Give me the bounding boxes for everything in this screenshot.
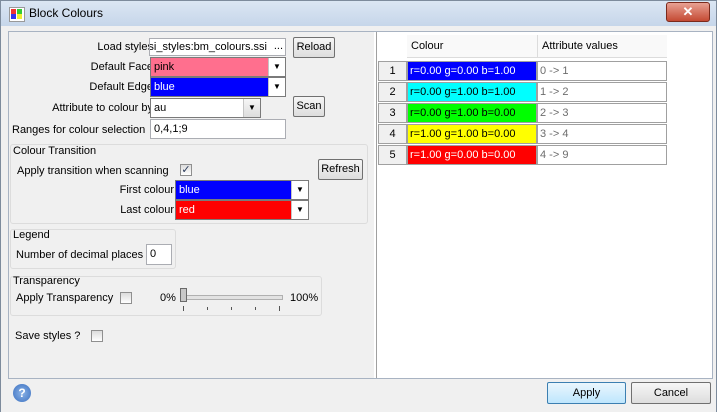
slider-tick: [207, 307, 208, 310]
window-title: Block Colours: [29, 6, 104, 20]
transparency-slider-track[interactable]: [181, 295, 283, 300]
save-styles-checkbox[interactable]: [91, 330, 103, 342]
slider-max-label: 100%: [290, 292, 319, 304]
button-bar: ? Apply Cancel: [1, 379, 716, 412]
chevron-down-icon[interactable]: ▼: [291, 181, 308, 199]
attribute-values-cell[interactable]: 2 -> 3: [537, 103, 667, 123]
default-face-label: Default Face: [90, 61, 153, 73]
slider-min-label: 0%: [160, 292, 176, 304]
attribute-select[interactable]: au ▼: [150, 98, 261, 118]
slider-tick: [255, 307, 256, 310]
row-number[interactable]: 2: [378, 82, 407, 102]
save-styles-label: Save styles ?: [15, 330, 81, 342]
row-number[interactable]: 3: [378, 103, 407, 123]
ranges-label: Ranges for colour selection: [12, 124, 146, 136]
scan-button[interactable]: Scan: [293, 96, 325, 117]
apply-transparency-checkbox[interactable]: [120, 292, 132, 304]
apply-button[interactable]: Apply: [547, 382, 626, 404]
table-corner: [378, 35, 407, 58]
title-bar: Block Colours ✕: [1, 1, 716, 26]
last-colour-label: Last colour: [120, 204, 174, 216]
app-icon: [9, 7, 25, 22]
apply-transparency-label: Apply Transparency: [16, 292, 114, 304]
legend-title: Legend: [13, 229, 50, 241]
colour-column-header[interactable]: Colour: [407, 35, 537, 58]
first-colour-label: First colour: [119, 184, 174, 196]
reload-button[interactable]: Reload: [293, 37, 335, 58]
settings-pane: Load styles si_styles:bm_colours.ssi ...…: [9, 32, 374, 378]
transparency-slider-thumb[interactable]: [180, 288, 187, 302]
decimal-places-input[interactable]: 0: [146, 244, 172, 265]
close-button[interactable]: ✕: [666, 2, 710, 22]
attribute-values-cell[interactable]: 1 -> 2: [537, 82, 667, 102]
chevron-down-icon[interactable]: ▼: [291, 201, 308, 219]
last-colour-select[interactable]: red ▼: [175, 200, 309, 220]
attribute-column-header[interactable]: Attribute values: [537, 35, 667, 58]
default-edge-label: Default Edge: [89, 81, 153, 93]
colour-cell[interactable]: r=0.00 g=1.00 b=0.00: [407, 103, 537, 123]
colour-transition-title: Colour Transition: [13, 145, 97, 157]
attribute-values-cell[interactable]: 3 -> 4: [537, 124, 667, 144]
refresh-button[interactable]: Refresh: [318, 159, 363, 180]
slider-tick: [279, 306, 280, 311]
decimal-places-label: Number of decimal places: [16, 249, 144, 261]
transparency-title: Transparency: [13, 275, 80, 287]
default-face-select[interactable]: pink ▼: [150, 57, 286, 77]
cancel-button[interactable]: Cancel: [631, 382, 711, 404]
chevron-down-icon[interactable]: ▼: [268, 78, 285, 96]
browse-button[interactable]: ...: [274, 39, 283, 54]
slider-tick: [183, 306, 184, 311]
dialog-body: Load styles si_styles:bm_colours.ssi ...…: [8, 31, 713, 379]
colour-cell[interactable]: r=0.00 g=0.00 b=1.00: [407, 61, 537, 81]
ranges-input[interactable]: 0,4,1;9: [150, 119, 286, 139]
block-colours-window: Block Colours ✕ Load styles si_styles:bm…: [0, 0, 717, 412]
slider-tick: [231, 307, 232, 310]
row-number[interactable]: 5: [378, 145, 407, 165]
default-edge-select[interactable]: blue ▼: [150, 77, 286, 97]
chevron-down-icon[interactable]: ▼: [268, 58, 285, 76]
colour-cell[interactable]: r=1.00 g=1.00 b=0.00: [407, 124, 537, 144]
first-colour-select[interactable]: blue ▼: [175, 180, 309, 200]
attribute-values-cell[interactable]: 4 -> 9: [537, 145, 667, 165]
apply-transition-label: Apply transition when scanning: [17, 165, 169, 177]
load-styles-field[interactable]: si_styles:bm_colours.ssi ...: [149, 38, 286, 56]
colour-cell[interactable]: r=0.00 g=1.00 b=1.00: [407, 82, 537, 102]
row-number[interactable]: 4: [378, 124, 407, 144]
apply-transition-checkbox[interactable]: ✓: [180, 164, 192, 176]
attribute-label: Attribute to colour by: [52, 102, 153, 114]
row-number[interactable]: 1: [378, 61, 407, 81]
load-styles-label: Load styles: [97, 41, 153, 53]
chevron-down-icon[interactable]: ▼: [243, 99, 260, 117]
attribute-values-cell[interactable]: 0 -> 1: [537, 61, 667, 81]
colour-cell[interactable]: r=1.00 g=0.00 b=0.00: [407, 145, 537, 165]
help-icon[interactable]: ?: [13, 384, 31, 402]
pane-divider: [376, 32, 377, 378]
